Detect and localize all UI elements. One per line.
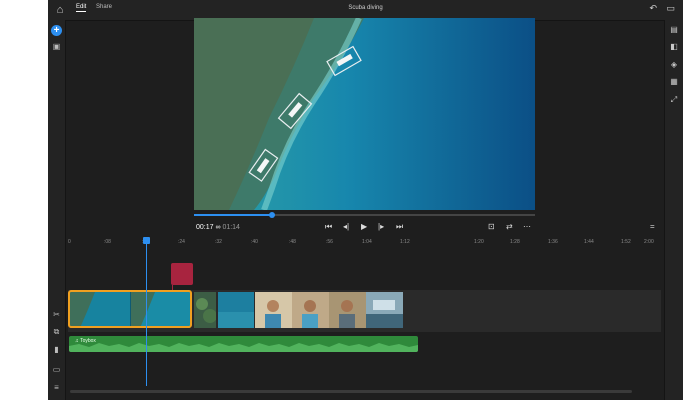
video-editor-window: ⌂ Edit Share Scuba diving ↶ ▭ + ▣ ✂ ⧉ ▮ … <box>48 0 683 400</box>
media-icon[interactable]: ▣ <box>52 42 61 51</box>
playhead-handle[interactable] <box>143 237 150 244</box>
audio-clip-name: Toybox <box>80 338 96 344</box>
step-back-icon[interactable]: ◂| <box>343 222 349 232</box>
skip-start-icon[interactable]: ⏮ <box>325 222 332 232</box>
ruler-tick: 1:04 <box>362 239 372 245</box>
timeline-scrollbar[interactable] <box>70 390 632 393</box>
ruler-tick: :48 <box>289 239 296 245</box>
more-icon[interactable]: ⋯ <box>523 222 531 232</box>
ruler-tick: :24 <box>178 239 185 245</box>
ruler-tick: 1:28 <box>510 239 520 245</box>
text-icon[interactable]: ▦ <box>669 77 679 87</box>
project-title: Scuba diving <box>348 5 383 11</box>
skip-end-icon[interactable]: ⏭ <box>396 222 403 232</box>
transform-icon[interactable]: ⤢ <box>669 95 679 105</box>
left-toolbar: + ▣ ✂ ⧉ ▮ ▭ ≡ <box>48 20 66 400</box>
ruler-tick: :56 <box>326 239 333 245</box>
timeline-ruler[interactable]: 0 :08 :16 :24 :32 :40 :48 :56 1:04 1:12 … <box>68 236 665 250</box>
ruler-tick: 1:20 <box>474 239 484 245</box>
color-icon[interactable]: ◈ <box>669 60 679 70</box>
ruler-tick: 2:00 <box>644 239 654 245</box>
clip-thumbnail <box>194 292 216 328</box>
duplicate-icon[interactable]: ⧉ <box>52 327 61 336</box>
play-icon[interactable]: ▶ <box>361 222 367 232</box>
video-preview[interactable] <box>194 18 535 210</box>
ruler-tick: 0 <box>68 239 71 245</box>
video-clip[interactable] <box>218 292 254 328</box>
ruler-tick: :32 <box>215 239 222 245</box>
fit-icon[interactable]: ⊡ <box>488 222 495 232</box>
current-time: 00:17 <box>196 224 214 231</box>
preview-scrubber[interactable] <box>194 212 535 218</box>
ruler-tick: 1:36 <box>548 239 558 245</box>
plus-icon[interactable]: + <box>51 25 62 36</box>
loop-glyph: ∞ <box>215 224 221 231</box>
right-toolbar: ▤ ◧ ◈ ▦ ⤢ <box>664 20 683 400</box>
clip-thumbnail <box>255 292 403 328</box>
ruler-tick: 1:12 <box>400 239 410 245</box>
duration: 01:14 <box>222 224 240 231</box>
playhead-line <box>146 238 147 386</box>
audio-track-label: ♫ Toybox <box>75 338 96 344</box>
selection-outline <box>68 290 192 328</box>
menu-icon[interactable]: = <box>650 222 655 232</box>
adjust-icon[interactable]: ◧ <box>669 42 679 52</box>
scrubber-progress <box>194 214 273 216</box>
ruler-tick: 1:52 <box>621 239 631 245</box>
trash-icon[interactable]: ▮ <box>52 345 61 354</box>
step-forward-icon[interactable]: |▸ <box>378 222 384 232</box>
ruler-tick: 1:44 <box>584 239 594 245</box>
video-clip[interactable] <box>194 292 216 328</box>
timecode: 00:17 ∞ 01:14 <box>196 224 240 231</box>
timeline-marker[interactable] <box>171 263 193 285</box>
feedback-icon[interactable]: ▭ <box>666 3 675 14</box>
audio-clip[interactable]: ♫ Toybox <box>69 336 418 352</box>
align-icon[interactable]: ≡ <box>52 383 61 392</box>
split-icon[interactable]: ▭ <box>52 365 61 374</box>
clip-thumbnail <box>218 292 254 328</box>
video-clip[interactable] <box>255 292 403 328</box>
ruler-tick: :08 <box>104 239 111 245</box>
ruler-tick: :40 <box>251 239 258 245</box>
undo-icon[interactable]: ↶ <box>649 3 657 14</box>
crop-icon[interactable]: ▤ <box>669 25 679 35</box>
aerial-reef-image <box>194 18 535 210</box>
scrubber-handle[interactable] <box>269 212 276 218</box>
scissors-icon[interactable]: ✂ <box>52 310 61 319</box>
audio-waveform <box>69 343 418 352</box>
loop-icon[interactable]: ⇄ <box>506 222 513 232</box>
